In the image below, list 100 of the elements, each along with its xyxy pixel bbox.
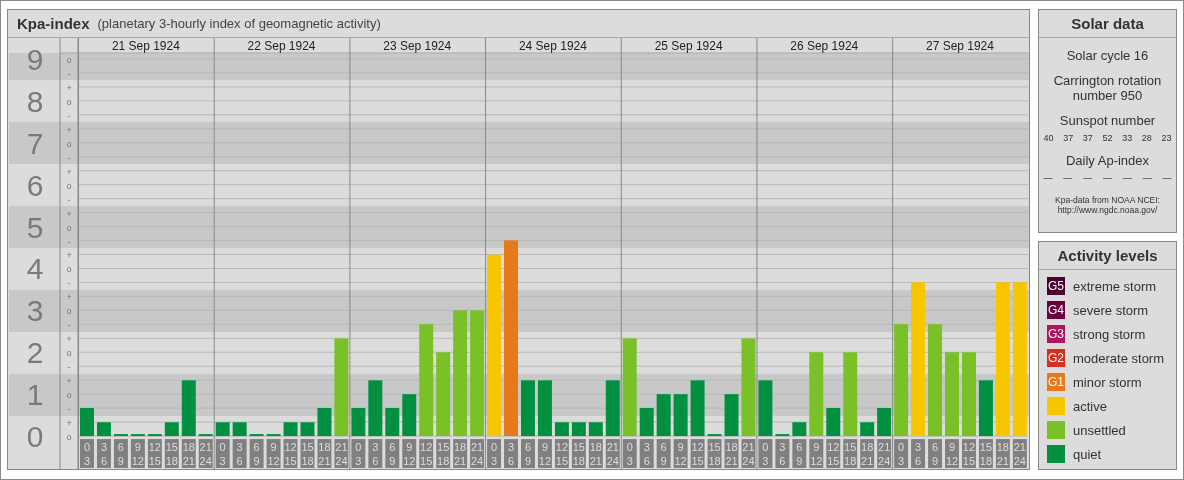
day-label: 24 Sep 1924 bbox=[519, 38, 587, 53]
activity-level-label: active bbox=[1073, 398, 1107, 414]
time-slot-label: 12 15 bbox=[283, 439, 298, 468]
time-slot-label: 9 12 bbox=[130, 439, 145, 468]
time-slot-label: 6 9 bbox=[385, 439, 400, 468]
activity-level-label: moderate storm bbox=[1073, 350, 1165, 366]
time-slot-label: 3 6 bbox=[232, 439, 247, 468]
kp-bar bbox=[690, 380, 705, 437]
time-slot-label: 0 3 bbox=[215, 439, 230, 468]
day-label: 21 Sep 1924 bbox=[111, 38, 180, 53]
activity-level-label: severe storm bbox=[1073, 302, 1149, 318]
day-label: 25 Sep 1924 bbox=[654, 38, 723, 53]
kp-scale-label: 0 bbox=[26, 420, 44, 454]
time-slot-label: 12 15 bbox=[147, 439, 162, 468]
kp-sublevel-label: - bbox=[67, 110, 71, 121]
kp-bar bbox=[368, 380, 383, 437]
activity-level-label: minor storm bbox=[1073, 374, 1142, 390]
kp-sublevel-label: - bbox=[67, 278, 71, 289]
kp-bar bbox=[215, 422, 230, 437]
solar-cycle-text: Solar cycle 16 bbox=[1066, 48, 1149, 63]
kp-bar bbox=[113, 434, 128, 437]
source-note: Kpa-data from NOAA NCEI: bbox=[1055, 195, 1160, 205]
kp-bar bbox=[80, 408, 94, 437]
kp-bar bbox=[978, 380, 993, 437]
kp-scale-label: 8 bbox=[26, 84, 44, 118]
time-slot-label: 0 3 bbox=[351, 439, 366, 468]
kp-sublevel-label: + bbox=[66, 208, 72, 219]
time-slot-label: 15 18 bbox=[300, 439, 315, 468]
kp-sublevel-label: o bbox=[66, 54, 72, 65]
ap-index-value: — bbox=[1162, 173, 1172, 183]
kp-bar bbox=[860, 422, 875, 437]
time-slot-label: 21 24 bbox=[198, 439, 213, 468]
time-slot-label: 12 15 bbox=[554, 439, 569, 468]
kp-scale-label: 4 bbox=[26, 252, 44, 286]
kp-bar bbox=[385, 408, 400, 437]
sunspot-label: Sunspot number bbox=[1059, 113, 1156, 128]
kp-scale-label: 2 bbox=[26, 336, 44, 370]
time-slot-label: 3 6 bbox=[639, 439, 654, 468]
time-slot-label: 9 12 bbox=[266, 439, 281, 468]
kp-bar bbox=[300, 422, 315, 437]
time-slot-label: 15 18 bbox=[843, 439, 858, 468]
time-slot-label: 9 12 bbox=[673, 439, 688, 468]
ap-index-value: — bbox=[1122, 173, 1132, 183]
ap-index-label: Daily Ap-index bbox=[1065, 153, 1150, 168]
sunspot-value: 52 bbox=[1102, 133, 1113, 143]
carrington-rotation-text: Carrington rotation number 950 bbox=[1052, 73, 1163, 103]
kp-bar bbox=[554, 422, 569, 437]
time-slot-label: 6 9 bbox=[656, 439, 671, 468]
kp-sublevel-label: o bbox=[66, 264, 72, 275]
kp-sublevel-label: o bbox=[66, 180, 72, 191]
sunspot-value: 28 bbox=[1141, 133, 1152, 143]
kp-sublevel-label: - bbox=[67, 362, 71, 373]
chart-title: Kpa-index bbox=[17, 15, 90, 32]
sunspot-value: 37 bbox=[1063, 133, 1074, 143]
kp-bar bbox=[198, 434, 213, 437]
kp-bar bbox=[181, 380, 196, 437]
ap-index-value: — bbox=[1103, 173, 1112, 183]
time-slot-label: 12 15 bbox=[826, 439, 841, 468]
kp-sublevel-label: + bbox=[66, 418, 72, 429]
time-slot-label: 0 3 bbox=[487, 439, 502, 468]
time-slot-label: 15 18 bbox=[571, 439, 586, 468]
time-slot-label: 9 12 bbox=[537, 439, 552, 468]
kp-bar bbox=[758, 380, 773, 437]
kp-bar bbox=[97, 422, 111, 437]
kp-sublevel-label: o bbox=[66, 348, 72, 359]
time-slot-label: 0 3 bbox=[622, 439, 637, 468]
time-slot-label: 6 9 bbox=[113, 439, 128, 468]
kp-bar bbox=[588, 422, 603, 437]
time-slot-label: 9 12 bbox=[945, 439, 959, 468]
time-slot-label: 9 12 bbox=[809, 439, 824, 468]
time-slot-label: 15 18 bbox=[978, 439, 993, 468]
kp-bar bbox=[266, 434, 281, 437]
kp-bar bbox=[232, 422, 247, 437]
ap-index-value: — bbox=[1083, 173, 1093, 183]
time-slot-label: 0 3 bbox=[758, 439, 773, 468]
time-slot-label: 18 21 bbox=[995, 439, 1010, 468]
time-slot-label: 18 21 bbox=[453, 439, 468, 468]
kp-bar bbox=[130, 434, 145, 437]
time-slot-label: 3 6 bbox=[368, 439, 383, 468]
kp-bar bbox=[792, 422, 807, 437]
time-slot-label: 18 21 bbox=[588, 439, 603, 468]
panel-title: Activity levels bbox=[1039, 242, 1176, 270]
kp-sublevel-label: o bbox=[66, 432, 72, 443]
time-slot-label: 15 18 bbox=[707, 439, 722, 468]
time-slot-label: 3 6 bbox=[775, 439, 790, 468]
time-slot-label: 18 21 bbox=[317, 439, 332, 468]
activity-level-label: quiet bbox=[1073, 446, 1102, 462]
kp-sublevel-label: - bbox=[67, 236, 71, 247]
kp-sublevel-label: - bbox=[67, 320, 71, 331]
kp-sublevel-label: + bbox=[66, 376, 72, 387]
kp-sublevel-label: - bbox=[67, 68, 71, 79]
kp-sublevel-label: o bbox=[66, 390, 72, 401]
time-slot-label: 15 18 bbox=[164, 439, 179, 468]
panel-title: Solar data bbox=[1039, 10, 1176, 38]
sunspot-value: 33 bbox=[1122, 133, 1133, 143]
time-slot-label: 6 9 bbox=[249, 439, 264, 468]
kp-sublevel-label: + bbox=[66, 166, 72, 177]
sunspot-value: 40 bbox=[1043, 133, 1054, 143]
activity-level-swatch: G4 bbox=[1047, 301, 1065, 319]
time-slot-label: 21 24 bbox=[470, 439, 485, 468]
